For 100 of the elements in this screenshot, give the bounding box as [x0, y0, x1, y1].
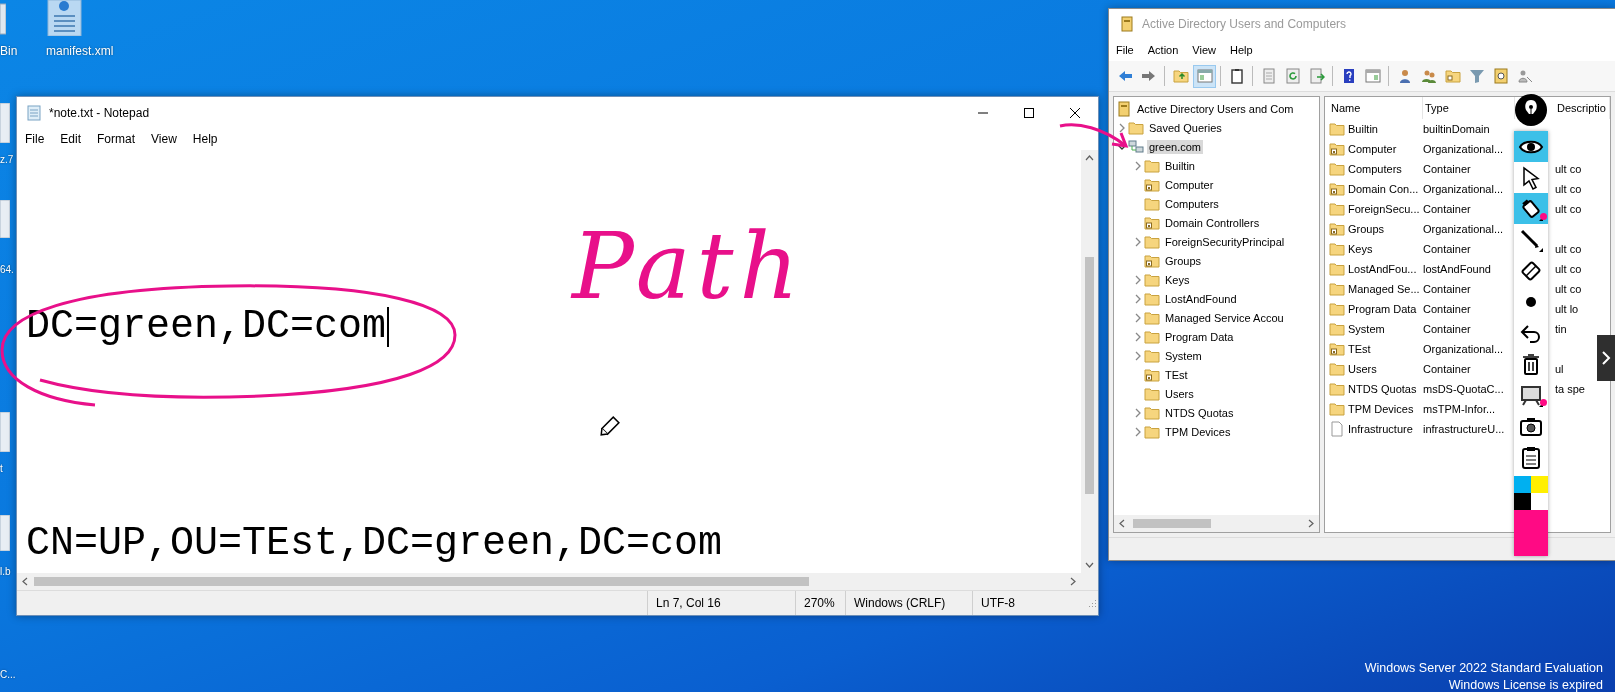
icon-label[interactable]: C...	[0, 669, 16, 680]
menu-item[interactable]: File	[1109, 42, 1141, 58]
column-header[interactable]: Name	[1329, 97, 1423, 119]
color-swatch[interactable]	[1514, 476, 1531, 493]
folder-icon	[1144, 290, 1160, 307]
icon-label[interactable]: 64.	[0, 264, 14, 275]
pen-nib-icon[interactable]	[1514, 93, 1548, 127]
tree-item[interactable]: Users	[1163, 386, 1196, 401]
table-cell-text: ult lo	[1555, 303, 1580, 315]
scrollbar-thumb[interactable]	[1085, 257, 1094, 494]
table-cell: Keys	[1348, 243, 1373, 255]
icon-label[interactable]: manifest.xml	[46, 44, 114, 58]
vertical-scrollbar[interactable]	[1081, 150, 1098, 573]
chevron-right-icon[interactable]	[1133, 236, 1143, 247]
window-title: *note.txt - Notepad	[49, 105, 150, 120]
menu-item[interactable]: File	[17, 130, 53, 148]
tree-item[interactable]: Program Data	[1163, 329, 1236, 344]
folder-icon	[1329, 381, 1345, 397]
chevron-right-icon[interactable]	[1133, 274, 1143, 285]
tree-item[interactable]: TEst	[1163, 367, 1190, 382]
clipboard-icon	[1228, 68, 1245, 84]
menu-item[interactable]: Help	[1222, 42, 1260, 58]
tree-item[interactable]: Builtin	[1163, 158, 1197, 173]
horizontal-scrollbar[interactable]	[1114, 515, 1319, 532]
chevron-right-icon[interactable]	[1133, 331, 1143, 342]
folder-icon	[1329, 341, 1345, 357]
column-header[interactable]: Descriptio	[1555, 97, 1610, 119]
chevron-right-icon[interactable]	[1133, 160, 1143, 171]
tree-item[interactable]: Computers	[1163, 196, 1221, 211]
table-cell-text: Organizational...	[1423, 183, 1505, 195]
menu-item[interactable]: View	[143, 130, 185, 148]
tree-item[interactable]: ForeignSecurityPrincipal	[1163, 234, 1287, 249]
table-cell-text: ult co	[1555, 243, 1583, 255]
menu-item[interactable]: Help	[184, 130, 226, 148]
folder-icon	[1329, 121, 1345, 137]
recycle-bin-icon[interactable]	[0, 0, 6, 36]
tree-item[interactable]: TPM Devices	[1163, 424, 1233, 439]
table-cell: Builtin	[1348, 123, 1378, 135]
color-swatch[interactable]	[1514, 493, 1531, 510]
expand-panel-button[interactable]	[1597, 335, 1615, 381]
document-icon	[1260, 68, 1277, 84]
horizontal-scrollbar[interactable]	[17, 573, 1098, 590]
chevron-right-icon[interactable]	[1133, 426, 1143, 437]
tool-button[interactable]	[1514, 131, 1548, 162]
tree-item[interactable]: LostAndFound	[1163, 291, 1239, 306]
icon-label[interactable]: t	[0, 463, 3, 474]
table-cell-text: Organizational...	[1423, 223, 1505, 235]
forward-arrow-icon	[1140, 68, 1157, 84]
tree-item[interactable]: Managed Service Accou	[1163, 310, 1286, 325]
status-text: Windows (CRLF)	[845, 591, 972, 615]
tree-item[interactable]: green.com	[1147, 139, 1203, 154]
tree-item[interactable]: Keys	[1163, 272, 1192, 287]
scrollbar-thumb[interactable]	[34, 577, 809, 586]
icon-label[interactable]: z.7	[0, 154, 14, 165]
table-cell-text: infrastructureU...	[1423, 423, 1506, 435]
tree-item[interactable]: Saved Queries	[1147, 120, 1224, 135]
tree-item[interactable]: System	[1163, 348, 1204, 363]
table-cell-text: tin	[1555, 323, 1568, 335]
table-cell: Domain Con...	[1348, 183, 1419, 195]
icon-label[interactable]: Bin	[0, 44, 18, 58]
search-document-icon	[1492, 68, 1509, 84]
folder-icon	[1329, 161, 1345, 177]
folder-icon	[1128, 119, 1144, 136]
status-text: 270%	[795, 591, 845, 615]
folder-icon	[1144, 271, 1160, 288]
xml-file-icon[interactable]	[46, 0, 83, 36]
table-cell-text: Organizational...	[1423, 343, 1505, 355]
panel-icon	[1196, 68, 1213, 84]
tree-item[interactable]: Groups	[1163, 253, 1204, 268]
menu-item[interactable]: View	[1185, 42, 1223, 58]
menu-item[interactable]: Edit	[52, 130, 90, 148]
chevron-right-icon[interactable]	[1133, 350, 1143, 361]
table-cell: Program Data	[1348, 303, 1417, 315]
notepad-icon	[26, 104, 42, 121]
chevron-right-icon[interactable]	[1133, 312, 1143, 323]
table-cell: ForeignSecu...	[1348, 203, 1420, 215]
folder-icon	[1144, 176, 1160, 193]
tool-button[interactable]	[1514, 193, 1548, 224]
tree-item[interactable]: Domain Controllers	[1163, 215, 1262, 230]
scrollbar-thumb[interactable]	[1133, 519, 1211, 528]
folder-icon	[1329, 361, 1345, 377]
color-swatch[interactable]	[1514, 510, 1548, 556]
menu-item[interactable]: Action	[1140, 42, 1186, 58]
table-cell-text: ult co	[1555, 183, 1583, 195]
color-swatch[interactable]	[1531, 476, 1548, 493]
folder-icon	[1144, 157, 1160, 174]
tree-item[interactable]: Computer	[1163, 177, 1216, 192]
chevron-right-icon[interactable]	[1133, 407, 1143, 418]
folder-icon	[1329, 321, 1345, 337]
menu-item[interactable]: Format	[89, 130, 144, 148]
filter-icon	[1468, 68, 1485, 84]
icon-label[interactable]: l.b	[0, 566, 11, 577]
chevron-right-icon[interactable]	[1133, 293, 1143, 304]
folder-icon	[1329, 221, 1345, 237]
table-cell-text: Container	[1423, 203, 1472, 215]
tree-item[interactable]: Active Directory Users and Com	[1135, 101, 1296, 116]
chevron-right-icon[interactable]	[1117, 122, 1127, 133]
folder-icon	[1329, 141, 1345, 157]
table-cell-text: Container	[1423, 323, 1472, 335]
tree-item[interactable]: NTDS Quotas	[1163, 405, 1236, 420]
